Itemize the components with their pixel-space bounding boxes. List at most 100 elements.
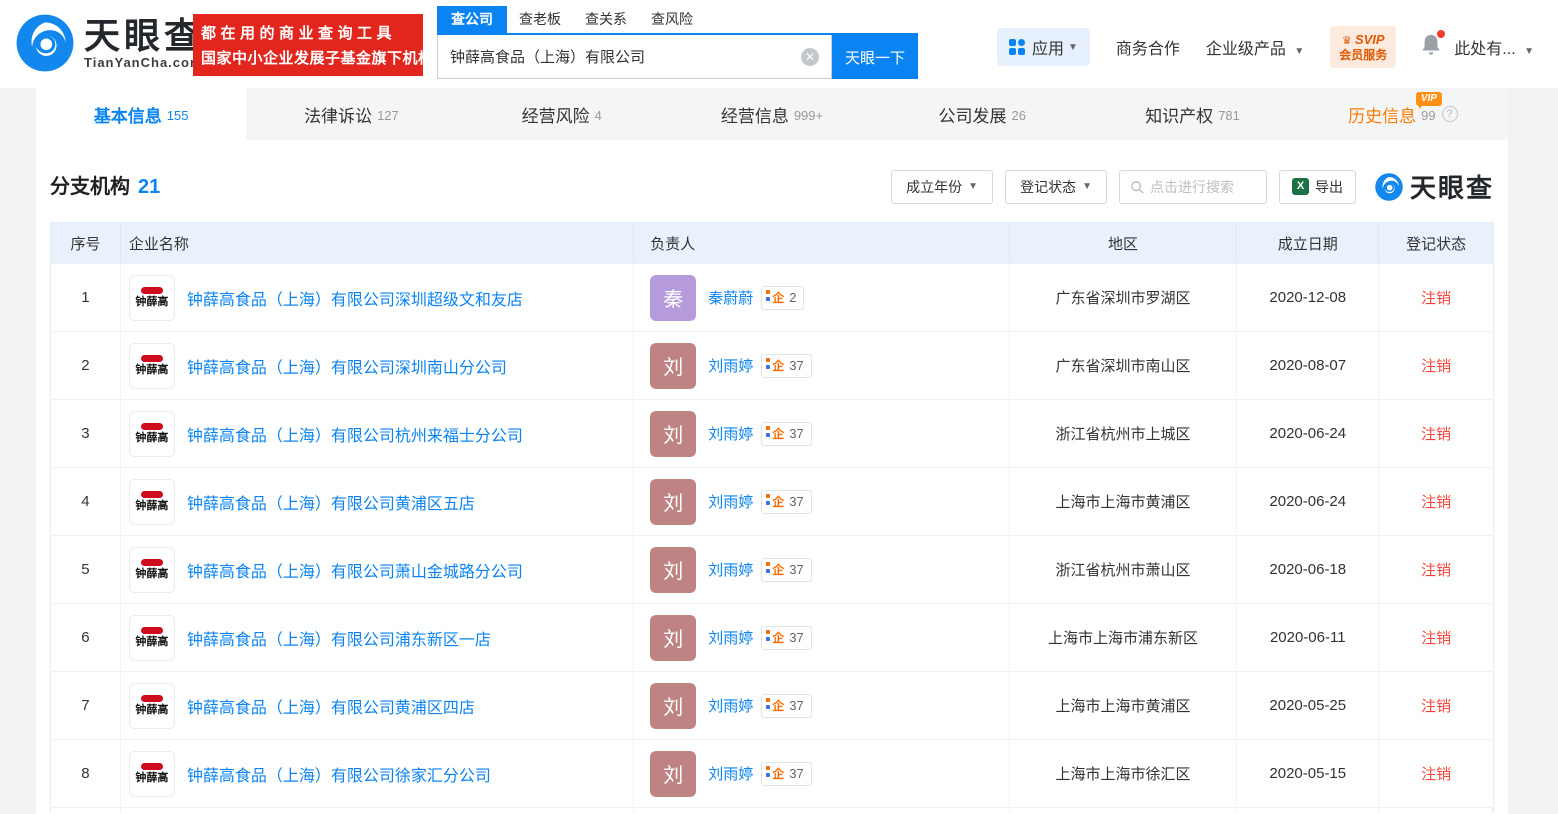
person-avatar[interactable]: 刘 [650, 615, 696, 661]
tianyancha-logo[interactable]: 天眼查 TianYanCha.com [14, 12, 204, 74]
company-network-icon: 企 [769, 629, 784, 646]
notice-dropdown[interactable]: 此处有... ▼ [1454, 35, 1534, 59]
nav-business-cooperation[interactable]: 商务合作 [1116, 35, 1180, 59]
company-name-link[interactable]: 钟薛高食品（上海）有限公司深圳南山分公司 [187, 354, 507, 378]
apps-menu-button[interactable]: 应用 ▼ [997, 28, 1090, 66]
company-name-link[interactable]: 钟薛高食品（上海）有限公司深圳超级文和友店 [187, 286, 523, 310]
person-avatar[interactable]: 刘 [650, 683, 696, 729]
table-search-input[interactable]: 点击进行搜索 [1119, 170, 1267, 204]
page-tab[interactable]: 经营信息 999+ [667, 88, 877, 140]
filter-founding-year-button[interactable]: 成立年份 ▼ [891, 170, 993, 204]
help-icon[interactable]: ? [1442, 106, 1458, 122]
logo-title: 天眼查 [84, 17, 204, 55]
filter-registration-status-button[interactable]: 登记状态 ▼ [1005, 170, 1107, 204]
related-companies-badge[interactable]: 企 37 [761, 490, 811, 514]
vip-badge: VIP [1416, 92, 1442, 106]
founding-date-cell: 2020-08-07 [1237, 332, 1379, 399]
person-avatar[interactable]: 刘 [650, 343, 696, 389]
related-companies-badge[interactable]: 企 37 [761, 354, 811, 378]
person-avatar[interactable]: 刘 [650, 479, 696, 525]
company-brand-logo: 钟薛高 [129, 751, 175, 797]
promo-line1: 都在用的商业查询工具 [201, 22, 415, 43]
search-tab-查关系[interactable]: 查关系 [573, 6, 639, 33]
person-name-link[interactable]: 刘雨婷 [708, 763, 753, 784]
founding-date-cell: 2020-05-15 [1237, 740, 1379, 807]
registration-status-cell: 注销 [1379, 672, 1493, 739]
search-tab-查公司[interactable]: 查公司 [437, 6, 507, 33]
company-network-icon: 企 [769, 425, 784, 442]
clear-search-icon[interactable]: ✕ [801, 48, 819, 66]
company-network-icon: 企 [769, 289, 784, 306]
company-network-icon: 企 [769, 357, 784, 374]
person-name-link[interactable]: 秦蔚蔚 [708, 287, 753, 308]
company-name-link[interactable]: 钟薛高食品（上海）有限公司杭州来福士分公司 [187, 422, 523, 446]
person-name-link[interactable]: 刘雨婷 [708, 559, 753, 580]
search-tab-查风险[interactable]: 查风险 [639, 6, 705, 33]
table-row: 7 钟薛高 钟薛高食品（上海）有限公司黄浦区四店 刘 刘雨婷 企 37 上海市上… [51, 671, 1493, 739]
company-name-link[interactable]: 钟薛高食品（上海）有限公司徐家汇分公司 [187, 762, 491, 786]
tianyancha-eye-icon [14, 12, 76, 74]
notification-bell-icon[interactable] [1420, 33, 1442, 62]
page-tab[interactable]: 法律诉讼 127 [246, 88, 456, 140]
region-cell: 上海市上海市浦东新区 [1010, 604, 1238, 671]
page-tab[interactable]: 基本信息 155 [36, 88, 246, 140]
company-network-icon: 企 [769, 697, 784, 714]
column-header: 登记状态 [1379, 223, 1493, 263]
region-cell: 浙江省杭州市萧山区 [1010, 536, 1238, 603]
related-companies-badge[interactable]: 企 37 [761, 558, 811, 582]
excel-icon: X [1292, 178, 1309, 195]
company-name-link[interactable]: 钟薛高食品（上海）有限公司黄浦区五店 [187, 490, 475, 514]
search-submit-button[interactable]: 天眼一下 [832, 35, 918, 79]
company-name-link[interactable]: 钟薛高食品（上海）有限公司萧山金城路分公司 [187, 558, 523, 582]
person-name-link[interactable]: 刘雨婷 [708, 423, 753, 444]
related-companies-badge[interactable]: 企 37 [761, 422, 811, 446]
person-avatar[interactable]: 刘 [650, 547, 696, 593]
apps-grid-icon [1009, 39, 1025, 55]
table-row: 4 钟薛高 钟薛高食品（上海）有限公司黄浦区五店 刘 刘雨婷 企 37 上海市上… [51, 467, 1493, 535]
related-companies-badge[interactable]: 企 37 [761, 694, 811, 718]
page-tab[interactable]: 历史信息 99 VIP? [1298, 88, 1508, 140]
person-avatar[interactable]: 刘 [650, 411, 696, 457]
founding-date-cell: 2020-06-24 [1237, 400, 1379, 467]
founding-date-cell: 2020-06-18 [1237, 536, 1379, 603]
tianyancha-eye-icon [1374, 172, 1404, 202]
region-cell: 浙江省杭州市上城区 [1010, 400, 1238, 467]
company-name-link[interactable]: 钟薛高食品（上海）有限公司黄浦区四店 [187, 694, 475, 718]
person-name-link[interactable]: 刘雨婷 [708, 491, 753, 512]
page-tab[interactable]: 知识产权 781 [1087, 88, 1297, 140]
registration-status-cell: 注销 [1379, 400, 1493, 467]
person-name-link[interactable]: 刘雨婷 [708, 627, 753, 648]
related-companies-badge[interactable]: 企 37 [761, 626, 811, 650]
person-avatar[interactable]: 秦 [650, 275, 696, 321]
table-row: 8 钟薛高 钟薛高食品（上海）有限公司徐家汇分公司 刘 刘雨婷 企 37 上海市… [51, 739, 1493, 807]
founding-date-cell: 2020-05-25 [1237, 672, 1379, 739]
search-tab-查老板[interactable]: 查老板 [507, 6, 573, 33]
company-brand-logo: 钟薛高 [129, 683, 175, 729]
column-header: 负责人 [634, 223, 1010, 263]
chevron-down-icon: ▼ [1068, 42, 1078, 53]
table-row: 3 钟薛高 钟薛高食品（上海）有限公司杭州来福士分公司 刘 刘雨婷 企 37 浙… [51, 399, 1493, 467]
page-tab[interactable]: 公司发展 26 [877, 88, 1087, 140]
column-header: 企业名称 [121, 223, 634, 263]
person-avatar[interactable]: 刘 [650, 751, 696, 797]
row-index: 5 [51, 536, 121, 603]
company-brand-logo: 钟薛高 [129, 547, 175, 593]
company-name-link[interactable]: 钟薛高食品（上海）有限公司浦东新区一店 [187, 626, 491, 650]
registration-status-cell: 注销 [1379, 264, 1493, 331]
person-name-link[interactable]: 刘雨婷 [708, 695, 753, 716]
table-row: 5 钟薛高 钟薛高食品（上海）有限公司萧山金城路分公司 刘 刘雨婷 企 37 浙… [51, 535, 1493, 603]
chevron-down-icon: ▼ [1524, 46, 1534, 57]
top-header: 天眼查 TianYanCha.com 都在用的商业查询工具 国家中小企业发展子基… [0, 0, 1558, 88]
export-button[interactable]: X 导出 [1279, 170, 1356, 204]
related-companies-badge[interactable]: 企 2 [761, 286, 804, 310]
tianyancha-watermark: 天眼查 [1374, 168, 1494, 205]
person-name-link[interactable]: 刘雨婷 [708, 355, 753, 376]
promo-line2: 国家中小企业发展子基金旗下机构 [201, 47, 415, 68]
page-tab[interactable]: 经营风险 4 [457, 88, 667, 140]
company-search-input[interactable] [438, 35, 831, 78]
svip-membership-button[interactable]: ♛ SVIP 会员服务 [1330, 26, 1396, 68]
related-companies-badge[interactable]: 企 37 [761, 762, 811, 786]
table-row: 2 钟薛高 钟薛高食品（上海）有限公司深圳南山分公司 刘 刘雨婷 企 37 广东… [51, 331, 1493, 399]
table-header-row: 序号企业名称负责人地区成立日期登记状态 [51, 223, 1493, 263]
nav-enterprise-products[interactable]: 企业级产品 ▼ [1206, 35, 1304, 59]
